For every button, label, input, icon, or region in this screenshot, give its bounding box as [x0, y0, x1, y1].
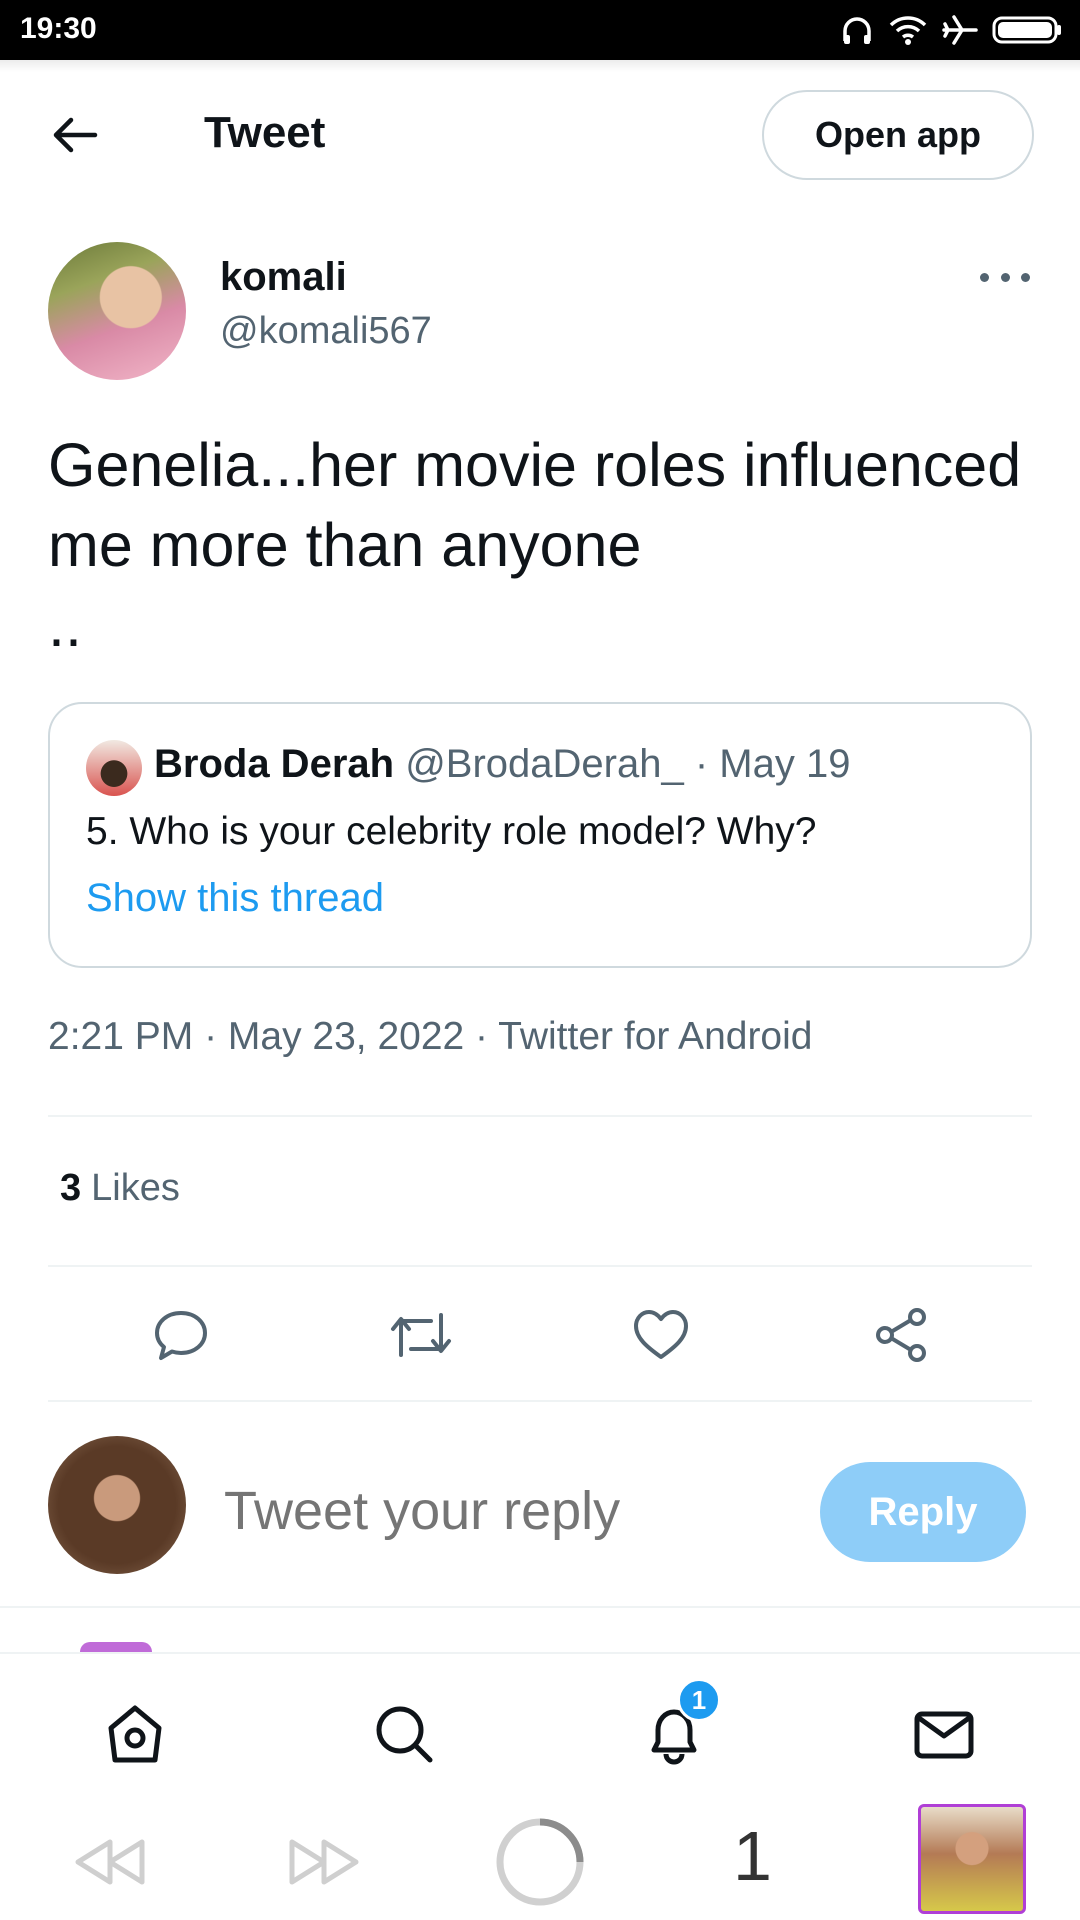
- bottom-navigation: 1: [0, 1652, 1080, 1802]
- quoted-tweet-text: 5. Who is your celebrity role model? Why…: [86, 810, 817, 853]
- airplane-mode-icon: [942, 15, 978, 45]
- browser-toolbar: 1: [0, 1802, 1080, 1920]
- current-user-avatar: [48, 1436, 186, 1574]
- browser-home-button[interactable]: [494, 1818, 586, 1906]
- tab-thumbnail[interactable]: [918, 1804, 1026, 1914]
- author-handle[interactable]: @komali567: [220, 310, 432, 353]
- quoted-tweet-header: Broda Derah @BrodaDerah_ · May 19: [154, 742, 850, 787]
- next-tweet-avatar: [80, 1642, 152, 1652]
- wifi-icon: [889, 16, 927, 45]
- likes-count[interactable]: 3 Likes: [60, 1167, 180, 1210]
- battery-icon: [992, 16, 1061, 44]
- loading-ring-icon: [496, 1818, 584, 1906]
- show-thread-link[interactable]: Show this thread: [86, 876, 384, 921]
- fast-forward-icon: [289, 1839, 359, 1885]
- status-bar: 19:30: [0, 0, 1080, 60]
- tweet-text: Genelia...her movie roles influenced me …: [48, 431, 1022, 659]
- quoted-author-meta: @BrodaDerah_ · May 19: [405, 742, 851, 786]
- reply-action[interactable]: [146, 1300, 216, 1370]
- mail-icon: [914, 1711, 974, 1759]
- open-app-button[interactable]: Open app: [762, 90, 1034, 180]
- back-arrow-icon: [53, 117, 98, 153]
- divider: [48, 1115, 1032, 1117]
- retweet-action[interactable]: [386, 1300, 456, 1370]
- heart-icon: [634, 1310, 688, 1359]
- nav-home[interactable]: [95, 1694, 175, 1774]
- quoted-author-name: Broda Derah: [154, 742, 395, 786]
- divider: [48, 1265, 1032, 1267]
- author-name[interactable]: komali: [220, 255, 347, 300]
- status-time: 19:30: [20, 12, 97, 45]
- reply-button[interactable]: Reply: [820, 1462, 1026, 1562]
- top-header: Tweet Open app: [0, 60, 1080, 206]
- nav-messages[interactable]: [904, 1694, 984, 1774]
- likes-label: Likes: [91, 1167, 180, 1209]
- quoted-tweet-card[interactable]: Broda Derah @BrodaDerah_ · May 19 5. Who…: [48, 702, 1032, 968]
- tweet-timestamp[interactable]: 2:21 PM · May 23, 2022 · Twitter for And…: [48, 1015, 812, 1059]
- status-icons: [840, 10, 1062, 50]
- search-icon: [376, 1706, 433, 1763]
- divider: [48, 1400, 1032, 1402]
- home-icon: [108, 1705, 162, 1763]
- back-button[interactable]: [40, 105, 110, 165]
- nav-search[interactable]: [364, 1694, 444, 1774]
- headphones-icon: [843, 17, 871, 44]
- comment-icon: [155, 1311, 207, 1360]
- author-avatar[interactable]: [48, 242, 186, 380]
- tab-count[interactable]: 1: [733, 1816, 772, 1896]
- share-icon: [876, 1308, 926, 1362]
- like-action[interactable]: [626, 1300, 696, 1370]
- share-action[interactable]: [866, 1300, 936, 1370]
- divider: [0, 1606, 1080, 1608]
- rewind-icon: [75, 1839, 145, 1885]
- notification-badge: 1: [677, 1678, 721, 1722]
- retweet-icon: [391, 1313, 451, 1357]
- more-options-icon[interactable]: [980, 262, 1030, 292]
- page-title: Tweet: [204, 108, 326, 157]
- quoted-author-avatar: [86, 740, 142, 796]
- browser-forward-button[interactable]: [284, 1822, 364, 1902]
- reply-input[interactable]: [224, 1480, 784, 1542]
- likes-number: 3: [60, 1167, 82, 1209]
- browser-back-button[interactable]: [70, 1822, 150, 1902]
